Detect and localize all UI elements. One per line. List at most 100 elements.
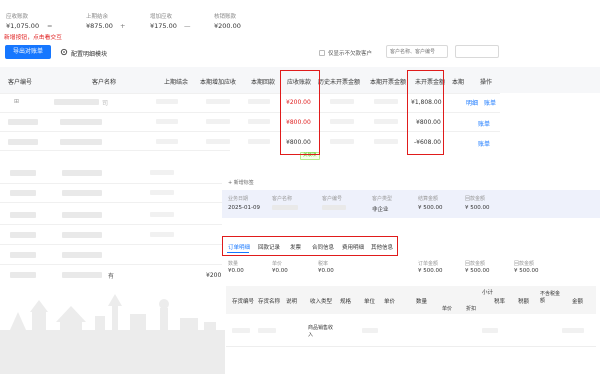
cell-redacted: [150, 232, 174, 237]
tab-payment-records[interactable]: 回款记录: [258, 243, 280, 251]
customer-name-redacted: [60, 119, 102, 125]
customer-name-suffix: 司: [102, 100, 109, 107]
add-tag-button[interactable]: + 新增标签: [228, 179, 254, 186]
customer-code-redacted: [10, 272, 36, 278]
stat-value: ¥0.00: [228, 268, 244, 274]
payment-amount: ¥ 500.00: [465, 205, 490, 211]
table-row[interactable]: [0, 244, 230, 245]
col-customer-code: 客户编号: [8, 79, 33, 86]
bill-link[interactable]: 账单: [478, 119, 490, 128]
summary-value: ¥875.00: [86, 22, 113, 30]
cell-redacted: [562, 328, 584, 333]
skyline-watermark-icon: [0, 294, 225, 374]
stat-value: ¥ 500.00: [465, 268, 490, 274]
customer-name-redacted: [62, 252, 102, 258]
cell-redacted: [206, 139, 230, 144]
table-row[interactable]: [0, 202, 230, 203]
grid-col: 存货编号: [232, 299, 255, 305]
stat-label: 单价: [272, 261, 283, 267]
grid-col: 数量: [416, 299, 428, 305]
info-label: 回款金额: [465, 196, 486, 202]
cell-redacted: [150, 190, 174, 195]
grid-col: 存货名称: [258, 299, 281, 305]
grid-col: 小计: [482, 290, 494, 296]
stat-value: ¥ 500.00: [514, 268, 539, 274]
config-module-button[interactable]: 配置明细模块: [71, 49, 107, 58]
tab-other-info[interactable]: 其他信息: [371, 243, 393, 251]
tab-order-detail[interactable]: 订单明细: [228, 243, 250, 251]
customer-name-redacted: [60, 139, 102, 145]
table-row[interactable]: [0, 183, 230, 184]
cell-redacted: [248, 139, 270, 144]
cell-redacted: [374, 99, 398, 104]
table-row[interactable]: [0, 264, 230, 265]
col-increase-receivable: 本期增加应收: [200, 79, 237, 86]
customer-code-redacted: [10, 170, 36, 176]
info-label: 客户名称: [272, 196, 293, 202]
cell-redacted: [232, 328, 250, 333]
tab-invoice[interactable]: 发票: [290, 243, 301, 251]
cell-redacted: [258, 328, 276, 333]
customer-search-input[interactable]: [386, 45, 448, 58]
cell-redacted: [206, 119, 230, 124]
col-payment: 本期回款: [251, 79, 276, 86]
summary-label: 核销账款: [214, 14, 237, 20]
gear-icon[interactable]: [60, 48, 68, 56]
summary-operator: =: [47, 22, 53, 30]
summary-value: ¥175.00: [150, 22, 177, 30]
grid-col: 不含税金额: [540, 291, 561, 304]
customer-code-redacted: [10, 252, 36, 258]
col-actions: 操作: [480, 79, 493, 86]
customer-code-redacted: [8, 119, 38, 125]
summary-label: 应收账款: [6, 14, 29, 20]
bill-link[interactable]: 账单: [484, 98, 496, 107]
stat-label: 税率: [318, 261, 329, 267]
receivable-highlight: [280, 70, 320, 155]
secondary-search-input[interactable]: [455, 45, 499, 58]
expand-icon[interactable]: ⊞: [14, 98, 19, 105]
info-label: 客户编号: [322, 196, 343, 202]
cell-redacted: [248, 99, 270, 104]
cell-redacted: [330, 99, 354, 104]
customer-name-suffix: 有: [108, 273, 115, 280]
cell-redacted: [156, 119, 178, 124]
grid-divider: [226, 346, 596, 347]
export-statement-button[interactable]: 导出对账单: [5, 45, 51, 59]
detail-panel: + 新增标签 业务日期 2025-01-09 客户名称 客户编号 客户类型 非企…: [222, 174, 600, 374]
revenue-type-cell: 商品销售收入: [308, 325, 334, 338]
customer-name-redacted: [62, 232, 102, 238]
customer-code-redacted: [10, 190, 36, 196]
table-row[interactable]: [0, 224, 230, 225]
customer-code-redacted: [8, 139, 38, 145]
stat-label: 回款金额: [514, 261, 535, 267]
settlement-amount: ¥ 500.00: [418, 205, 443, 211]
cell-redacted: [482, 328, 498, 333]
info-label: 客户类型: [372, 196, 393, 202]
customer-name-redacted: [62, 190, 102, 196]
cell-redacted: [150, 212, 174, 217]
customer-code-redacted: [10, 232, 36, 238]
tab-fee-detail[interactable]: 费用明细: [342, 243, 364, 251]
grid-col: 单位: [364, 299, 376, 305]
col-current: 本期: [452, 79, 465, 86]
table-row[interactable]: [0, 150, 230, 151]
cell-redacted: [374, 139, 398, 144]
col-invoiced: 本期开票金额: [370, 79, 407, 86]
bill-link[interactable]: 账单: [478, 139, 490, 148]
grid-col: 规格: [340, 299, 352, 305]
col-prev-balance: 上期结余: [164, 79, 189, 86]
customer-name-redacted: [54, 99, 99, 105]
grid-col: 单价: [384, 299, 396, 305]
active-tab-indicator: [227, 252, 249, 253]
info-label: 结算金额: [418, 196, 439, 202]
summary-value: ¥1,075.00: [6, 22, 40, 30]
debt-filter-checkbox[interactable]: [319, 50, 325, 56]
tab-contract-info[interactable]: 合同信息: [312, 243, 334, 251]
cell-redacted: [156, 139, 178, 144]
detail-link[interactable]: 明细: [466, 98, 478, 107]
grid-col: 税率: [494, 299, 506, 305]
customer-name-redacted: [62, 212, 102, 218]
customer-name-redacted: [272, 205, 298, 210]
summary-value: ¥200.00: [214, 22, 241, 30]
customer-name-redacted: [62, 272, 102, 278]
